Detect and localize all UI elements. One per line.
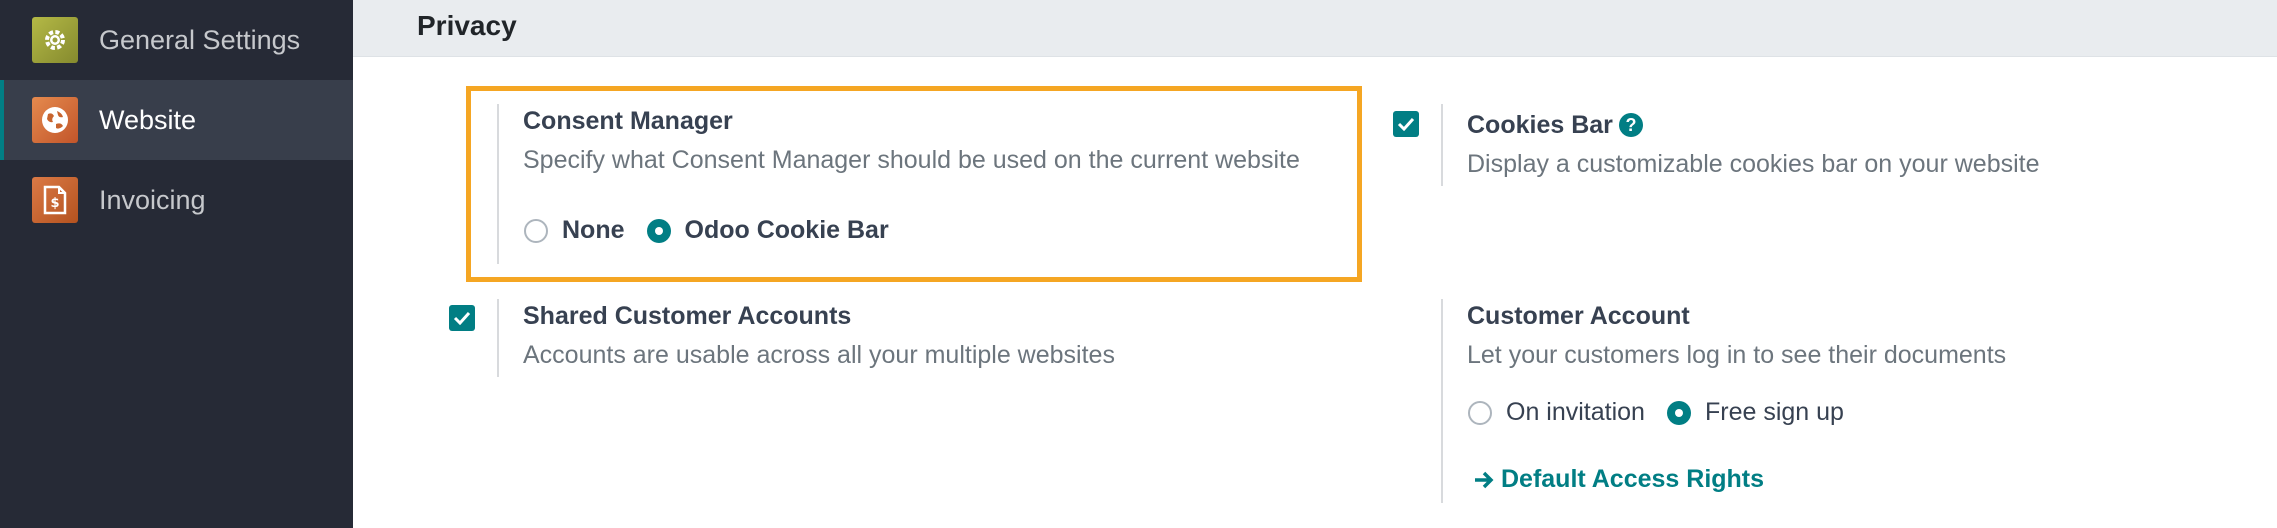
radio-on-invitation-label[interactable]: On invitation bbox=[1506, 398, 1645, 427]
cookies-bar-checkbox[interactable] bbox=[1393, 111, 1419, 137]
setting-divider bbox=[1441, 104, 1443, 186]
cookies-bar-description: Display a customizable cookies bar on yo… bbox=[1467, 150, 2040, 178]
sidebar-item-label: Invoicing bbox=[99, 184, 206, 215]
gear-icon bbox=[32, 17, 78, 63]
check-icon bbox=[1397, 117, 1415, 131]
help-icon[interactable]: ? bbox=[1619, 113, 1643, 137]
sidebar-item-general-settings[interactable]: General Settings bbox=[0, 0, 353, 80]
customer-account-description: Let your customers log in to see their d… bbox=[1467, 341, 2007, 369]
customer-account-options: On invitation Free sign up bbox=[1468, 398, 1866, 427]
default-access-rights-link[interactable]: Default Access Rights bbox=[1473, 465, 1764, 494]
default-access-rights-label: Default Access Rights bbox=[1501, 465, 1765, 493]
consent-manager-title: Consent Manager bbox=[523, 107, 733, 135]
radio-free-sign-up-label[interactable]: Free sign up bbox=[1705, 398, 1844, 427]
radio-odoo-cookie-bar-label[interactable]: Odoo Cookie Bar bbox=[685, 216, 889, 245]
consent-manager-description: Specify what Consent Manager should be u… bbox=[523, 146, 1300, 174]
setting-divider bbox=[497, 299, 499, 377]
radio-none[interactable] bbox=[524, 218, 548, 243]
setting-divider bbox=[1441, 299, 1443, 503]
arrow-right-icon bbox=[1475, 471, 1494, 488]
customer-account-title: Customer Account bbox=[1467, 302, 1690, 330]
section-header: Privacy bbox=[353, 0, 2277, 57]
shared-accounts-checkbox[interactable] bbox=[449, 305, 475, 331]
radio-none-label[interactable]: None bbox=[562, 216, 625, 245]
invoice-icon: $ bbox=[32, 177, 78, 223]
section-title: Privacy bbox=[417, 10, 517, 41]
shared-accounts-title: Shared Customer Accounts bbox=[523, 302, 852, 330]
shared-accounts-description: Accounts are usable across all your mult… bbox=[523, 341, 1115, 369]
radio-free-sign-up[interactable] bbox=[1666, 400, 1691, 425]
svg-text:$: $ bbox=[50, 196, 59, 211]
globe-icon bbox=[32, 97, 78, 143]
sidebar-item-website[interactable]: Website bbox=[0, 80, 353, 160]
radio-odoo-cookie-bar[interactable] bbox=[646, 218, 671, 243]
consent-manager-options: None Odoo Cookie Bar bbox=[524, 216, 911, 245]
settings-sidebar: General Settings Website $ Invoicing bbox=[0, 0, 353, 528]
sidebar-item-label: Website bbox=[99, 104, 197, 135]
cookies-bar-title: Cookies Bar bbox=[1467, 111, 1613, 139]
setting-divider bbox=[497, 104, 499, 264]
sidebar-item-invoicing[interactable]: $ Invoicing bbox=[0, 160, 353, 240]
check-icon bbox=[453, 311, 471, 325]
radio-on-invitation[interactable] bbox=[1468, 400, 1492, 425]
sidebar-item-label: General Settings bbox=[99, 24, 301, 55]
